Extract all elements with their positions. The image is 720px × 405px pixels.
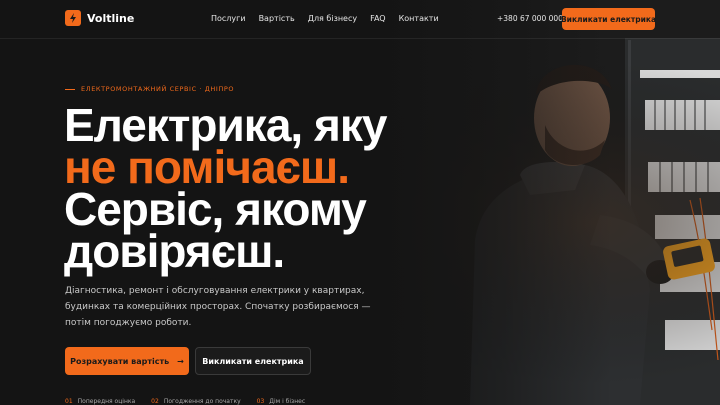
headline-line-4: довіряєш.: [64, 225, 285, 277]
call-electrician-button[interactable]: Викликати електрика: [195, 347, 311, 375]
hero-lead-text: Діагностика, ремонт і обслуговування еле…: [65, 286, 371, 328]
nav-item-contacts[interactable]: Контакти: [399, 14, 439, 23]
brand-logo[interactable]: Voltline: [65, 10, 134, 26]
calculate-price-label: Розрахувати вартість: [70, 356, 170, 366]
eyebrow-text: ЕЛЕКТРОМОНТАЖНИЙ СЕРВІС · ДНІПРО: [81, 85, 235, 93]
top-navigation: Voltline Послуги Вартість Для бізнесу FA…: [0, 0, 720, 38]
step-number: 03: [256, 398, 265, 405]
step-item: 01 Попередня оцінка: [65, 398, 135, 405]
headline-line-2-accent: не помічаєш.: [64, 141, 350, 193]
headline-line-1: Електрика, яку: [64, 99, 387, 151]
hero-steps: 01 Попередня оцінка 02 Погодження до поч…: [65, 398, 305, 405]
lightning-bolt-icon: [65, 10, 81, 26]
main-menu: Послуги Вартість Для бізнесу FAQ Контакт…: [211, 14, 439, 23]
step-item: 02 Погодження до початку: [151, 398, 240, 405]
hero-eyebrow: ЕЛЕКТРОМОНТАЖНИЙ СЕРВІС · ДНІПРО: [65, 85, 234, 93]
step-text: Попередня оцінка: [77, 398, 136, 405]
nav-item-services[interactable]: Послуги: [211, 14, 246, 23]
headline-line-3: Сервіс, якому: [64, 183, 367, 235]
step-text: Погодження до початку: [163, 398, 241, 405]
hero-headline: Електрика, яку не помічаєш. Сервіс, яком…: [64, 99, 387, 277]
step-text: Дім і бізнес: [269, 398, 306, 405]
nav-divider: [0, 38, 720, 39]
step-number: 01: [65, 398, 73, 405]
phone-link[interactable]: +380 67 000 0000: [497, 14, 568, 23]
step-number: 02: [151, 398, 159, 405]
brand-name: Voltline: [87, 11, 135, 25]
nav-item-business[interactable]: Для бізнесу: [308, 14, 357, 23]
arrow-right-icon: →: [177, 356, 184, 366]
call-electrician-nav-button[interactable]: Викликати електрика: [561, 8, 656, 30]
nav-item-pricing[interactable]: Вартість: [259, 14, 295, 23]
eyebrow-dash: [65, 88, 75, 90]
nav-item-faq[interactable]: FAQ: [370, 14, 386, 23]
step-item: 03 Дім і бізнес: [257, 398, 305, 405]
calculate-price-button[interactable]: Розрахувати вартість →: [65, 347, 189, 375]
